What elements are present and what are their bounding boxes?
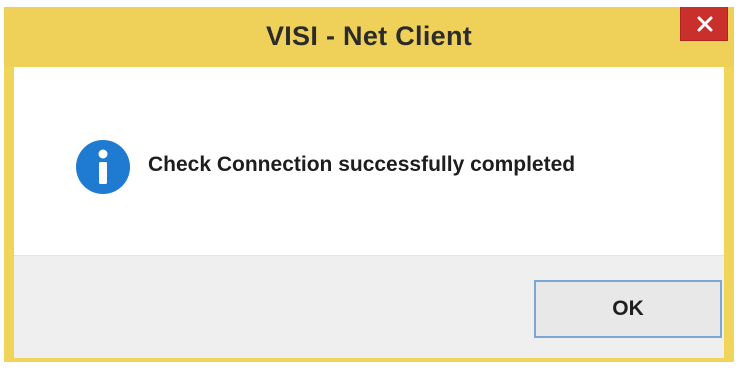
close-button[interactable]	[680, 7, 728, 41]
screen: VISI - Net Client Check Connection succe…	[0, 0, 740, 370]
button-bar: OK	[14, 255, 724, 358]
dialog-body: Check Connection successfully completed …	[14, 67, 724, 358]
cropped-background	[0, 0, 740, 7]
message-dialog: VISI - Net Client Check Connection succe…	[4, 7, 734, 362]
dialog-titlebar[interactable]: VISI - Net Client	[4, 7, 734, 67]
dialog-title: VISI - Net Client	[265, 21, 473, 51]
message-area: Check Connection successfully completed	[14, 67, 724, 255]
info-icon	[76, 140, 130, 194]
close-icon	[697, 16, 713, 32]
message-text: Check Connection successfully completed	[148, 153, 576, 176]
ok-button[interactable]: OK	[534, 280, 722, 338]
